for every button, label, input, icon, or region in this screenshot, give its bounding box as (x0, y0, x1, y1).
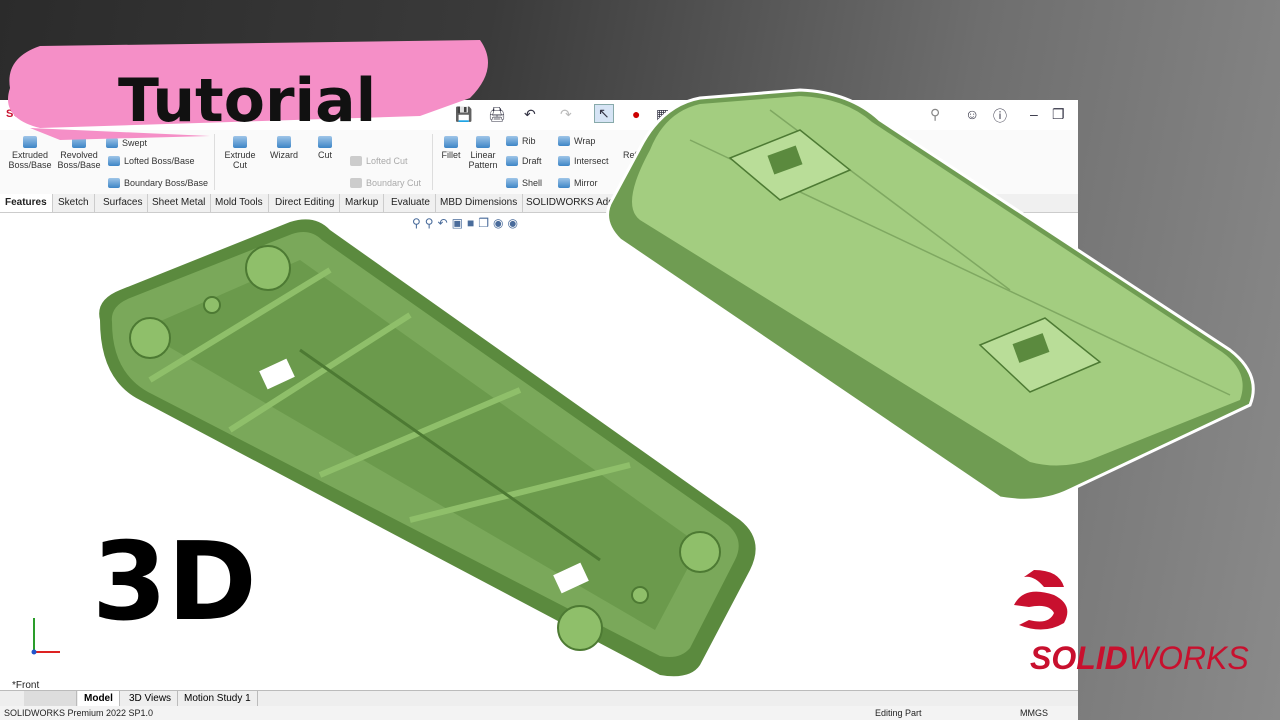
brand-thin: WORKS (1127, 640, 1249, 676)
3d-label: 3D (92, 520, 257, 645)
tutorial-title: Tutorial (118, 66, 377, 136)
part-top (606, 88, 1255, 502)
solidworks-brand: SOLIDWORKS (1030, 640, 1249, 677)
ds-solidworks-logo-icon (1014, 570, 1068, 630)
brand-bold: SOLID (1030, 640, 1128, 676)
